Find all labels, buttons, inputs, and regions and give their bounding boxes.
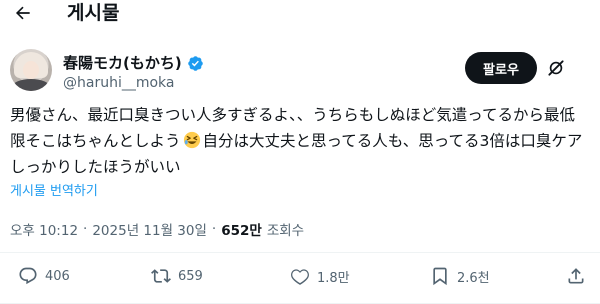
bookmark-button[interactable]: 2.6천 — [430, 266, 490, 286]
verified-badge-icon — [187, 55, 204, 72]
follow-button[interactable]: 팔로우 — [465, 52, 537, 84]
meta-separator: · — [211, 221, 217, 237]
action-bar: 406 659 1.8만 2.6천 — [0, 266, 600, 296]
repost-button[interactable]: 659 — [151, 266, 203, 286]
laughing-squint-face-icon — [183, 131, 201, 149]
heart-icon — [291, 269, 309, 285]
reply-button[interactable]: 406 — [18, 266, 70, 286]
post-time[interactable]: 오후 10:12 — [10, 219, 78, 239]
arrow-left-icon — [15, 6, 30, 20]
meta-separator: · — [83, 221, 88, 237]
share-icon — [568, 268, 584, 284]
post-date[interactable]: 2025년 11월 30일 — [92, 219, 207, 239]
post-meta: 오후 10:12 · 2025년 11월 30일 · 652만 조회수 — [10, 219, 304, 239]
avatar[interactable] — [10, 49, 52, 91]
like-count: 1.8만 — [317, 270, 350, 286]
author-name-row: 春陽モカ(もかち) — [63, 54, 204, 72]
repost-icon — [151, 269, 171, 283]
tweet-text: 男優さん、最近口臭きつい人多すぎるよ、、うちらもしぬほど気遣ってるから最低限そこ… — [10, 102, 588, 180]
grok-button[interactable] — [544, 56, 568, 80]
share-button[interactable] — [566, 266, 586, 286]
back-button[interactable] — [12, 2, 34, 24]
repost-count: 659 — [178, 268, 203, 284]
reply-icon — [19, 267, 37, 285]
top-bar: 게시물 — [0, 0, 600, 34]
author-handle[interactable]: @haruhi__moka — [63, 74, 175, 92]
like-button[interactable]: 1.8만 — [290, 266, 350, 286]
author-display-name[interactable]: 春陽モカ(もかち) — [63, 54, 182, 72]
translate-post-link[interactable]: 게시물 번역하기 — [10, 180, 98, 199]
reply-count: 406 — [45, 268, 70, 284]
views-label: 조회수 — [266, 223, 305, 239]
page-title: 게시물 — [67, 2, 120, 24]
views-count: 652만 — [221, 223, 262, 239]
bookmark-count: 2.6천 — [457, 270, 490, 286]
divider — [0, 252, 600, 253]
grok-icon — [548, 60, 564, 76]
bookmark-icon — [433, 267, 447, 286]
